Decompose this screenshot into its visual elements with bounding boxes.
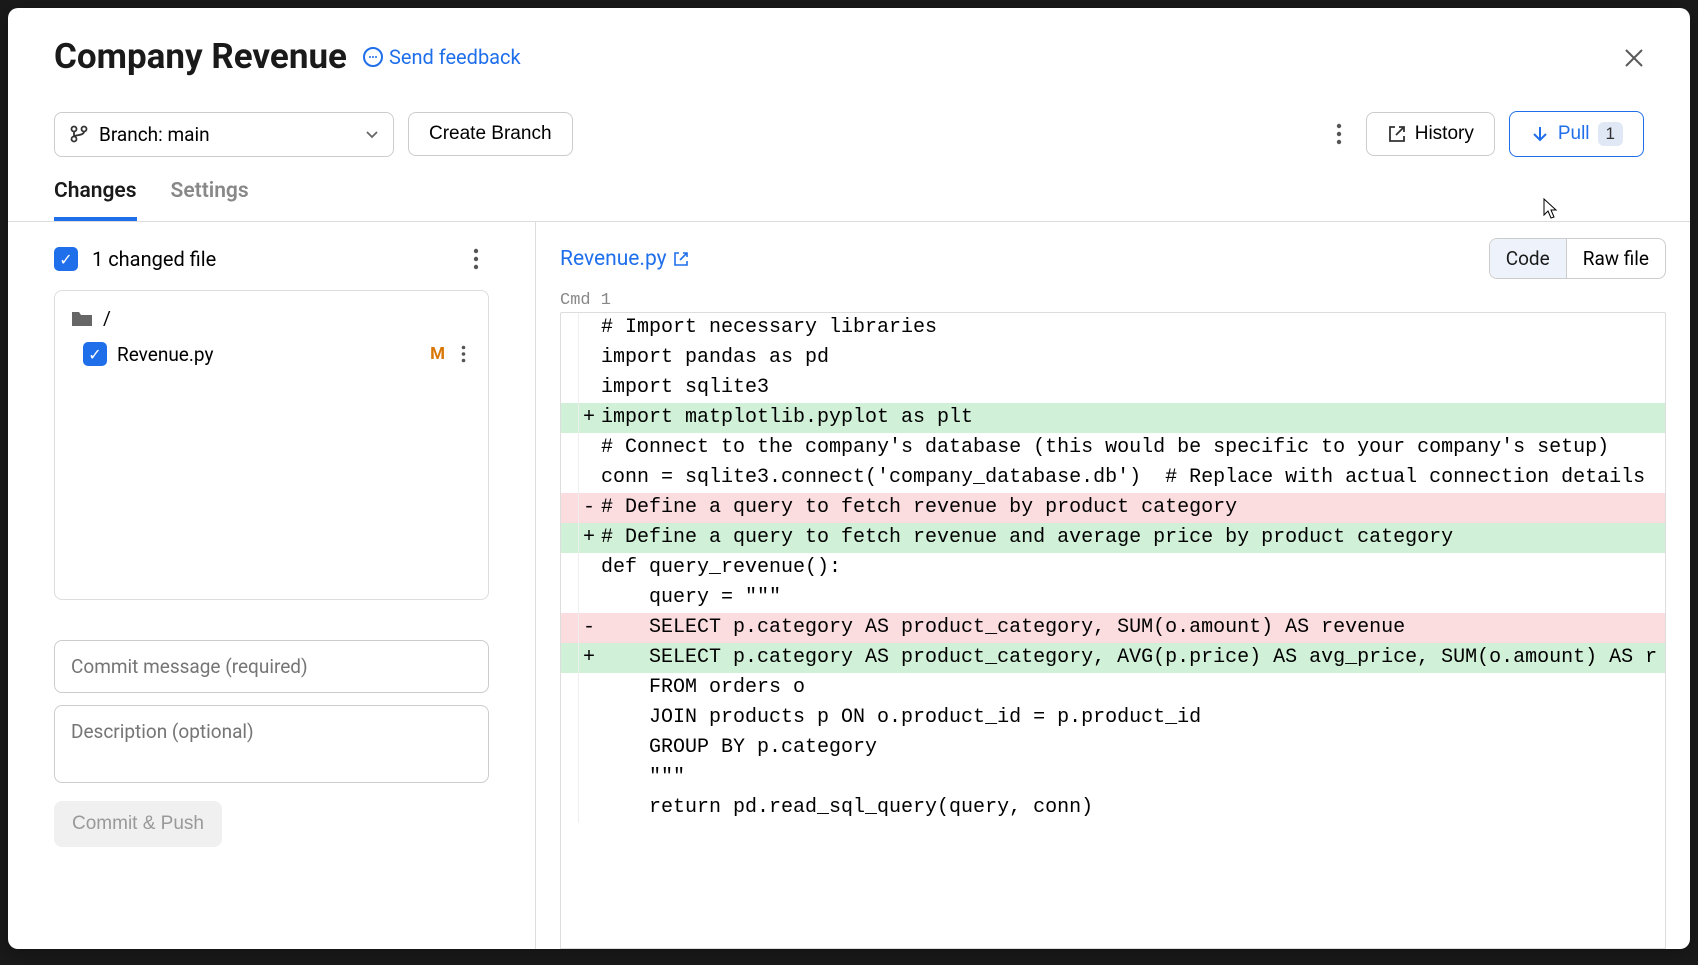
tree-file[interactable]: ✓ Revenue.py M bbox=[67, 336, 476, 372]
changed-files-summary: 1 changed file bbox=[92, 247, 216, 271]
commit-push-button[interactable]: Commit & Push bbox=[54, 801, 222, 847]
branch-icon bbox=[69, 124, 89, 144]
folder-icon bbox=[71, 310, 93, 328]
diff-line: -# Define a query to fetch revenue by pr… bbox=[561, 493, 1665, 523]
close-icon bbox=[1622, 46, 1646, 70]
pull-arrow-down-icon bbox=[1530, 124, 1550, 144]
diff-line: conn = sqlite3.connect('company_database… bbox=[561, 463, 1665, 493]
page-title: Company Revenue bbox=[54, 36, 347, 77]
diff-line: +import matplotlib.pyplot as plt bbox=[561, 403, 1665, 433]
diff-line: def query_revenue(): bbox=[561, 553, 1665, 583]
file-checkbox[interactable]: ✓ bbox=[83, 342, 107, 366]
pull-button[interactable]: Pull 1 bbox=[1509, 111, 1644, 157]
dots-vertical-icon bbox=[1336, 123, 1342, 145]
branch-select[interactable]: Branch: main bbox=[54, 112, 394, 157]
kebab-menu[interactable] bbox=[1326, 117, 1352, 151]
commit-box: Commit & Push bbox=[54, 640, 489, 847]
diff-line: # Connect to the company's database (thi… bbox=[561, 433, 1665, 463]
diff-line: GROUP BY p.category bbox=[561, 733, 1665, 763]
diff-line: """ bbox=[561, 763, 1665, 793]
file-kebab[interactable] bbox=[455, 345, 472, 363]
commit-message-input[interactable] bbox=[54, 640, 489, 693]
feedback-icon bbox=[363, 47, 383, 67]
diff-line: import sqlite3 bbox=[561, 373, 1665, 403]
tree-root[interactable]: / bbox=[67, 301, 476, 336]
external-link-icon bbox=[673, 251, 689, 267]
pull-count-badge: 1 bbox=[1598, 122, 1623, 146]
create-branch-button[interactable]: Create Branch bbox=[408, 112, 573, 156]
diff-line: FROM orders o bbox=[561, 673, 1665, 703]
dots-vertical-icon bbox=[461, 345, 466, 363]
select-all-checkbox[interactable]: ✓ bbox=[54, 247, 78, 271]
send-feedback-link[interactable]: Send feedback bbox=[363, 45, 521, 69]
sidebar: ✓ 1 changed file / ✓ Revenue.py M bbox=[8, 222, 536, 949]
files-kebab[interactable] bbox=[463, 242, 489, 276]
feedback-text: Send feedback bbox=[389, 45, 521, 69]
file-tree: / ✓ Revenue.py M bbox=[54, 290, 489, 600]
diff-line: query = """ bbox=[561, 583, 1665, 613]
diff-line: +# Define a query to fetch revenue and a… bbox=[561, 523, 1665, 553]
git-modal: Company Revenue Send feedback Branch: ma… bbox=[8, 8, 1690, 949]
diff-line: - SELECT p.category AS product_category,… bbox=[561, 613, 1665, 643]
view-raw-option[interactable]: Raw file bbox=[1567, 239, 1665, 278]
history-button[interactable]: History bbox=[1366, 112, 1495, 156]
diff-line: import pandas as pd bbox=[561, 343, 1665, 373]
external-link-icon bbox=[1387, 124, 1407, 144]
close-button[interactable] bbox=[1622, 38, 1662, 78]
diff-line: return pd.read_sql_query(query, conn) bbox=[561, 793, 1665, 823]
tabs: Changes Settings bbox=[8, 167, 1690, 222]
view-code-option[interactable]: Code bbox=[1490, 239, 1567, 278]
diff-line: JOIN products p ON o.product_id = p.prod… bbox=[561, 703, 1665, 733]
dots-vertical-icon bbox=[473, 248, 479, 270]
modal-header: Company Revenue Send feedback bbox=[8, 8, 1690, 87]
tab-changes[interactable]: Changes bbox=[54, 179, 137, 221]
diff-panel: Revenue.py Code Raw file Cmd 1 # Import … bbox=[536, 222, 1690, 949]
toolbar: Branch: main Create Branch History Pull … bbox=[8, 87, 1690, 167]
cmd-label: Cmd 1 bbox=[536, 291, 1690, 310]
diff-view: # Import necessary librariesimport panda… bbox=[560, 312, 1666, 949]
tab-settings[interactable]: Settings bbox=[171, 179, 249, 221]
diff-line: + SELECT p.category AS product_category,… bbox=[561, 643, 1665, 673]
chevron-down-icon bbox=[365, 127, 379, 141]
current-file-link[interactable]: Revenue.py bbox=[560, 247, 689, 271]
view-toggle: Code Raw file bbox=[1489, 238, 1666, 279]
branch-label: Branch: main bbox=[99, 123, 210, 146]
commit-description-input[interactable] bbox=[54, 705, 489, 783]
modified-badge: M bbox=[430, 344, 445, 364]
diff-line: # Import necessary libraries bbox=[561, 313, 1665, 343]
